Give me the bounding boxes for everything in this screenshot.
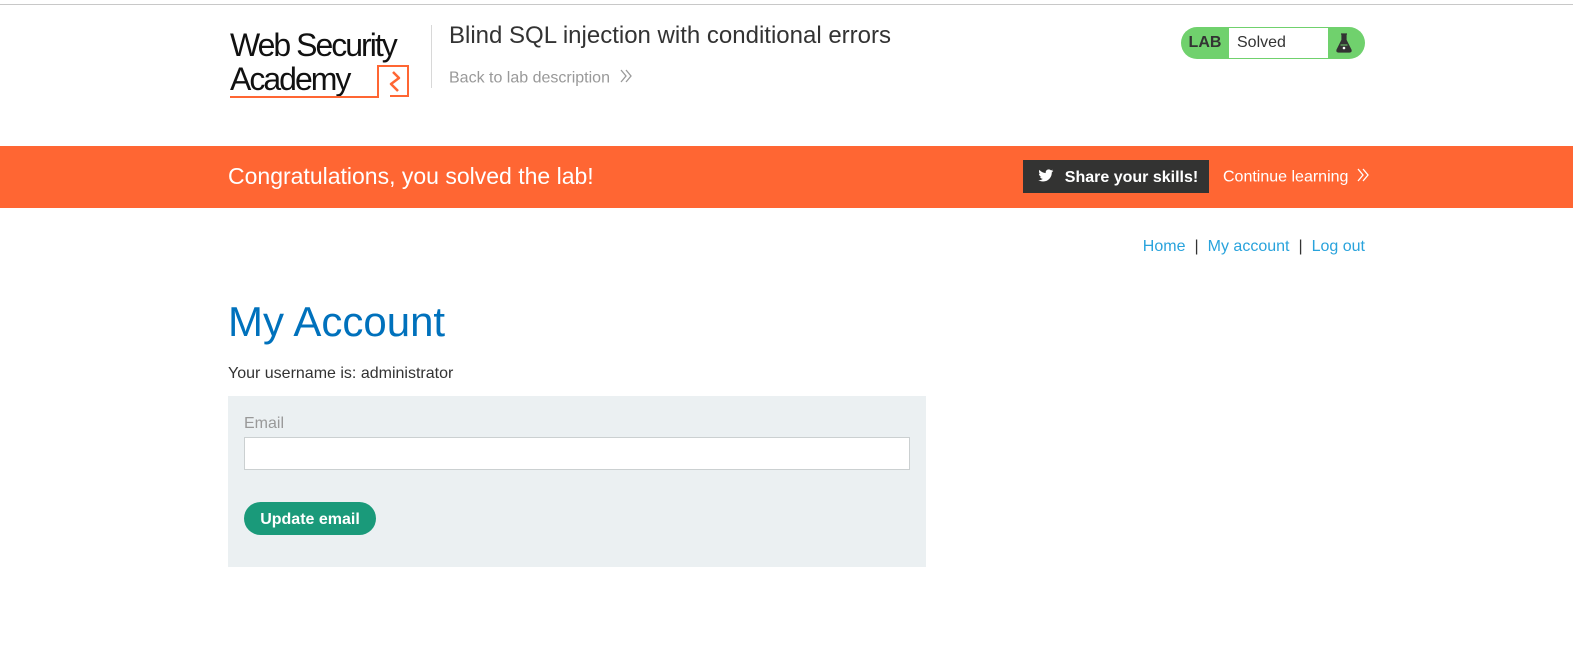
change-email-form: Email Update email — [228, 396, 926, 567]
email-input[interactable] — [244, 437, 910, 470]
nav-separator: | — [1298, 238, 1303, 255]
page-title: My Account — [228, 298, 446, 345]
email-label: Email — [244, 415, 285, 432]
nav-separator: | — [1194, 238, 1199, 255]
header-divider — [431, 25, 432, 88]
share-button-label: Share your skills! — [1064, 169, 1199, 186]
continue-learning-label: Continue learning — [1223, 168, 1349, 186]
flask-icon — [1335, 33, 1353, 58]
nav-home-link[interactable]: Home — [1143, 238, 1186, 255]
lab-title: Blind SQL injection with conditional err… — [449, 22, 891, 49]
share-your-skills-button[interactable]: Share your skills! — [1023, 160, 1209, 193]
continue-learning-link[interactable]: Continue learning — [1223, 168, 1369, 187]
lab-status-value: Solved — [1229, 28, 1328, 58]
logo-underline-graphic — [230, 65, 409, 98]
username-text: Your username is: administrator — [228, 365, 454, 382]
update-email-button[interactable]: Update email — [244, 502, 376, 535]
lab-status-badge: LAB Solved — [1181, 27, 1365, 59]
solved-message: Congratulations, you solved the lab! — [228, 163, 594, 189]
lab-status-label: LAB — [1188, 34, 1222, 51]
account-nav: Home | My account | Log out — [1143, 238, 1365, 256]
double-chevron-right-icon — [620, 69, 633, 88]
nav-my-account-link[interactable]: My account — [1208, 238, 1290, 255]
solved-banner: Congratulations, you solved the lab! Sha… — [0, 146, 1573, 208]
twitter-icon — [1038, 169, 1054, 182]
web-security-academy-logo[interactable]: Web Security Academy — [230, 28, 430, 100]
back-to-lab-description-link[interactable]: Back to lab description — [449, 69, 633, 88]
nav-log-out-link[interactable]: Log out — [1312, 238, 1365, 255]
back-link-label: Back to lab description — [449, 69, 610, 87]
double-chevron-right-icon — [1357, 168, 1369, 187]
lab-header: Web Security Academy Blind SQL injection… — [0, 5, 1573, 146]
